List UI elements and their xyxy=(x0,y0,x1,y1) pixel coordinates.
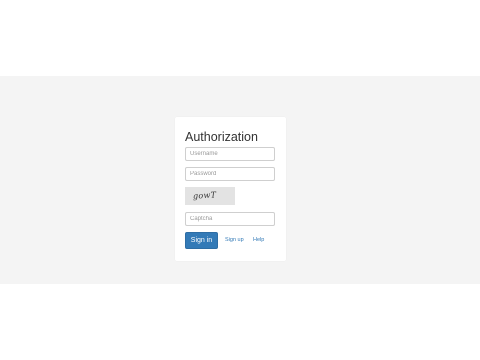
page-title: Authorization xyxy=(185,130,258,144)
signup-link[interactable]: Sign up xyxy=(225,237,244,244)
captcha-field[interactable] xyxy=(185,212,275,226)
password-field[interactable] xyxy=(185,167,275,181)
help-link[interactable]: Help xyxy=(253,237,264,244)
captcha-image: gowT xyxy=(185,187,235,205)
username-field[interactable] xyxy=(185,147,275,161)
captcha-text: gowT xyxy=(192,190,217,201)
signin-button[interactable]: Sign in xyxy=(185,232,218,249)
